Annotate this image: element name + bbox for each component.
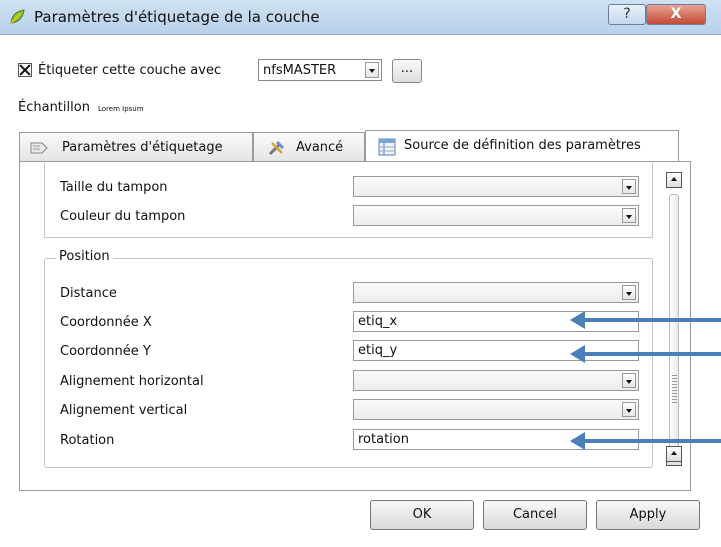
window-title: Paramètres d'étiquetage de la couche bbox=[34, 8, 320, 26]
tab-label: Paramètres d'étiquetage bbox=[62, 140, 223, 155]
tab-advanced[interactable]: Avancé bbox=[253, 132, 365, 162]
tab-data-defined[interactable]: Source de définition des paramètres bbox=[365, 130, 679, 162]
annotation-arrow-coord-y bbox=[570, 345, 721, 363]
chevron-down-icon[interactable] bbox=[622, 373, 636, 388]
qgis-leaf-icon bbox=[10, 9, 25, 24]
distance-label: Distance bbox=[60, 286, 117, 301]
apply-button[interactable]: Apply bbox=[596, 500, 700, 530]
label-layer-checkbox[interactable] bbox=[18, 63, 32, 77]
rotation-label: Rotation bbox=[60, 433, 115, 448]
title-bar: Paramètres d'étiquetage de la couche ? X bbox=[0, 0, 721, 35]
coord-x-label: Coordonnée X bbox=[60, 315, 152, 330]
coord-y-value: etiq_y bbox=[358, 343, 398, 358]
buffer-group bbox=[44, 161, 653, 238]
tools-icon bbox=[268, 140, 285, 156]
sample-label: Échantillon bbox=[18, 100, 90, 115]
coord-x-value: etiq_x bbox=[358, 314, 398, 329]
rotation-value: rotation bbox=[358, 432, 409, 447]
chevron-down-icon[interactable] bbox=[365, 62, 379, 78]
label-field-select[interactable]: nfsMASTER bbox=[258, 59, 382, 81]
grip-icon bbox=[672, 375, 677, 405]
scroll-thumb[interactable] bbox=[669, 194, 679, 462]
scroll-up-button[interactable] bbox=[666, 172, 682, 188]
sample-text: Lorem Ipsum bbox=[98, 105, 144, 113]
table-icon bbox=[378, 138, 396, 156]
coord-y-label: Coordonnée Y bbox=[60, 344, 151, 359]
chevron-down-icon[interactable] bbox=[622, 285, 636, 300]
close-button[interactable]: X bbox=[646, 4, 706, 25]
tab-label: Source de définition des paramètres bbox=[404, 138, 641, 153]
tab-label-settings[interactable]: Paramètres d'étiquetage bbox=[19, 132, 253, 162]
scroll-step-up-button[interactable] bbox=[666, 446, 682, 462]
distance-select[interactable] bbox=[353, 282, 639, 303]
label-layer-label: Étiqueter cette couche avec bbox=[38, 63, 222, 78]
h-align-select[interactable] bbox=[353, 370, 639, 391]
v-align-label: Alignement vertical bbox=[60, 403, 188, 418]
buffer-color-select[interactable] bbox=[353, 205, 639, 226]
position-group-title: Position bbox=[56, 249, 113, 264]
chevron-down-icon[interactable] bbox=[622, 208, 636, 223]
chevron-down-icon[interactable] bbox=[622, 179, 636, 194]
help-button[interactable]: ? bbox=[608, 4, 646, 25]
label-layer-row: Étiqueter cette couche avec nfsMASTER ..… bbox=[18, 59, 438, 87]
v-align-select[interactable] bbox=[353, 399, 639, 420]
annotation-arrow-coord-x bbox=[570, 311, 721, 329]
annotation-arrow-rotation bbox=[570, 432, 721, 450]
label-icon bbox=[30, 142, 48, 154]
buffer-size-select[interactable] bbox=[353, 176, 639, 197]
buffer-size-label: Taille du tampon bbox=[60, 180, 168, 195]
expression-button[interactable]: ... bbox=[392, 59, 422, 83]
chevron-down-icon[interactable] bbox=[622, 402, 636, 417]
coord-y-select[interactable]: etiq_y bbox=[353, 340, 639, 361]
buffer-color-label: Couleur du tampon bbox=[60, 209, 186, 224]
cancel-button[interactable]: Cancel bbox=[483, 500, 587, 530]
tab-label: Avancé bbox=[296, 140, 344, 155]
label-field-value: nfsMASTER bbox=[263, 63, 337, 78]
ok-button[interactable]: OK bbox=[370, 500, 474, 530]
h-align-label: Alignement horizontal bbox=[60, 374, 204, 389]
